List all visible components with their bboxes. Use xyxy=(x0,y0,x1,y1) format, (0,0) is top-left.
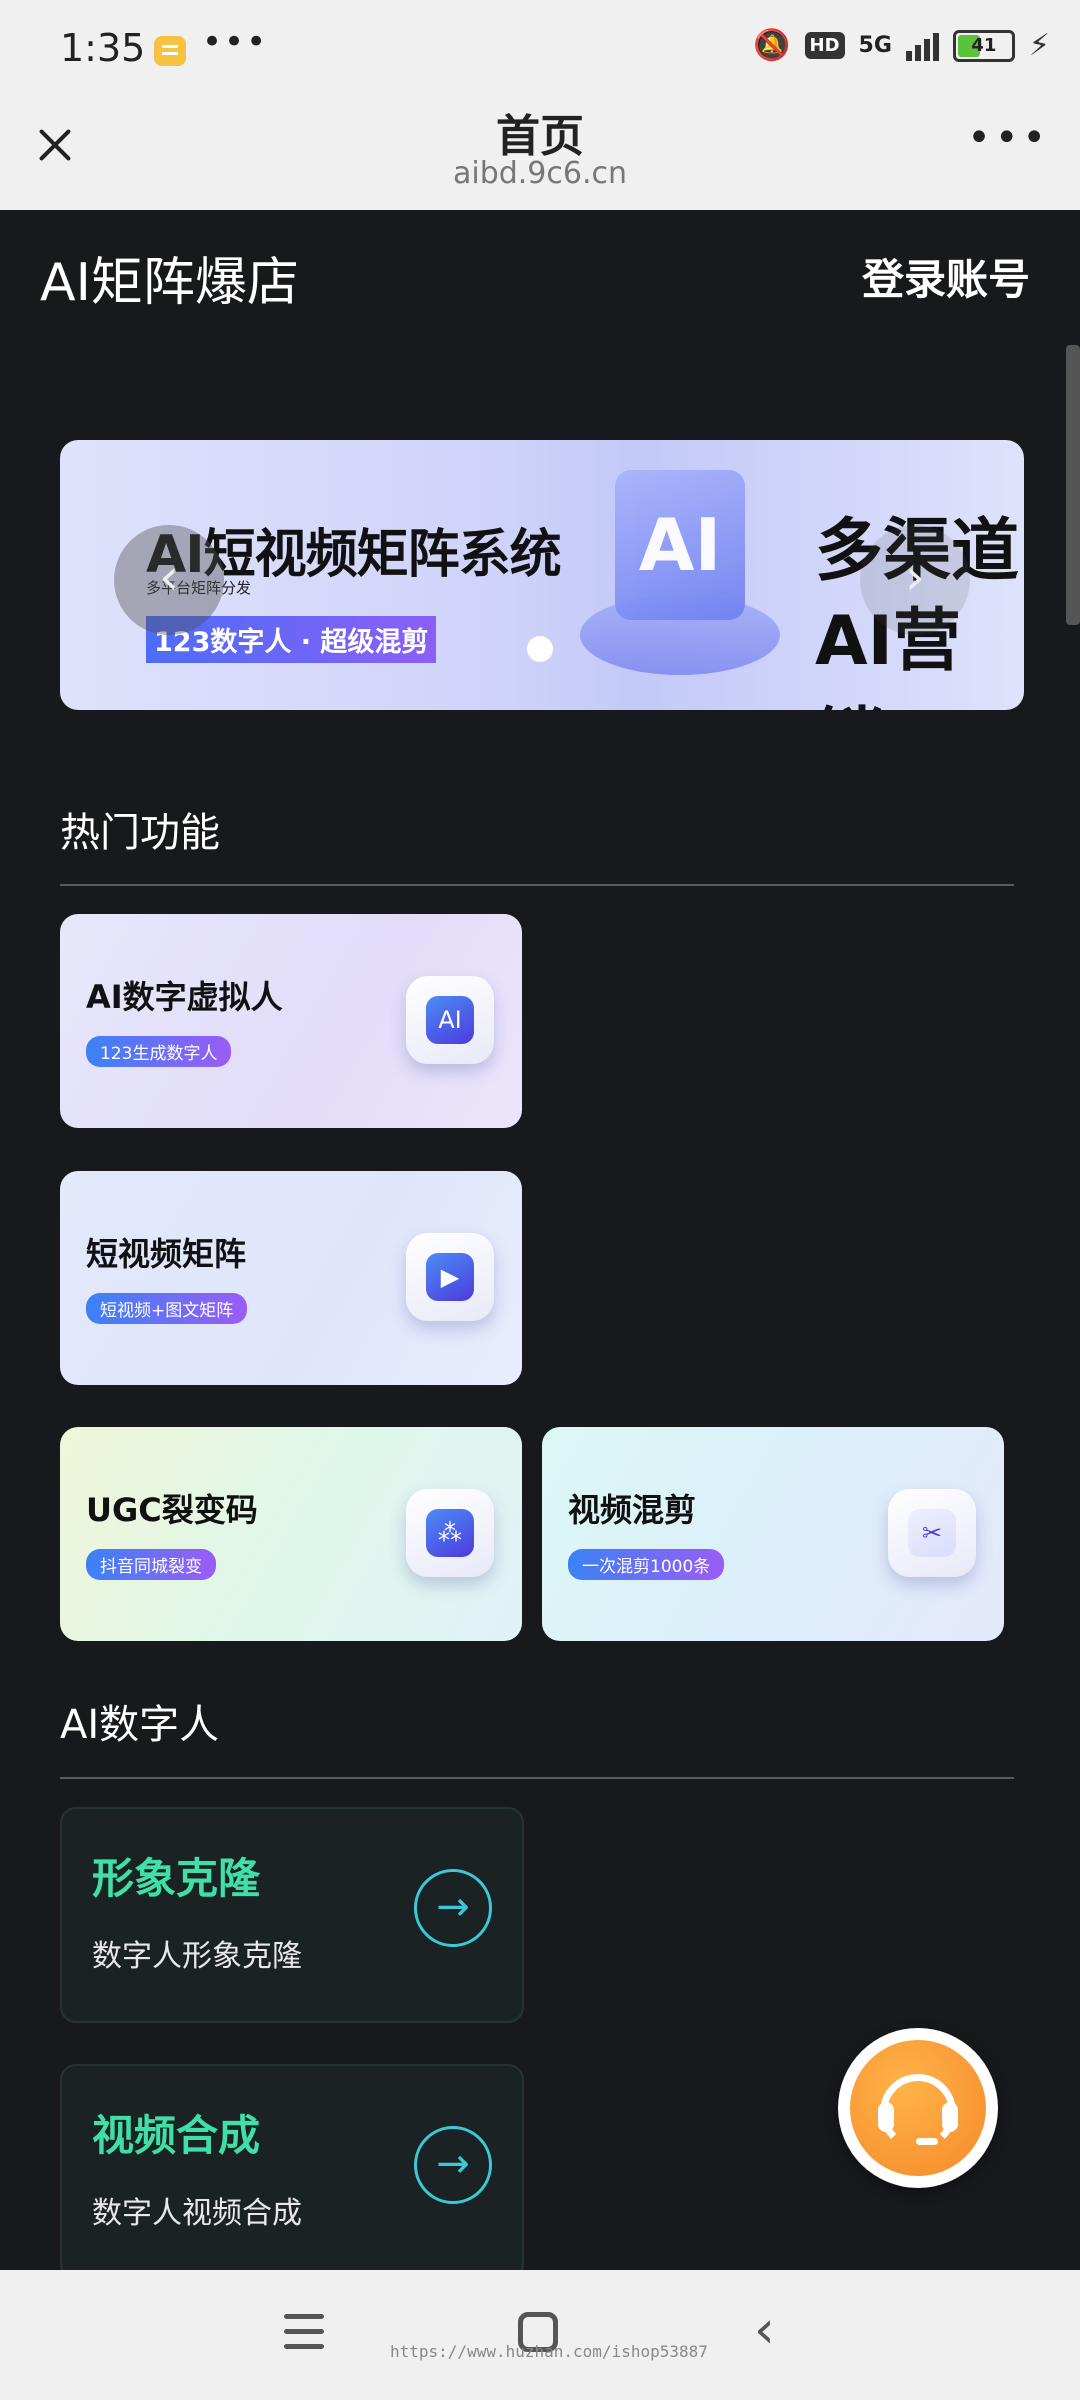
scrollbar[interactable] xyxy=(1066,345,1080,625)
feature-card-tag: 123生成数字人 xyxy=(86,1036,232,1067)
status-icons: 🔕 HD 5G 41 ⚡ xyxy=(753,28,1050,63)
video-play-icon: ▶ xyxy=(406,1233,494,1321)
login-button[interactable]: 登录账号 xyxy=(862,246,1030,307)
banner-ai-graphic: AI xyxy=(615,470,745,620)
network-label: 5G xyxy=(858,33,892,58)
feature-card-title: UGC裂变码 xyxy=(86,1491,258,1529)
watermark-text: https://www.huzhan.com/ishop53887 xyxy=(390,2342,708,2361)
battery-icon: 41 xyxy=(952,29,1015,62)
status-more-icon: ••• xyxy=(202,22,269,62)
digital-human-card-clone[interactable]: 形象克隆 数字人形象克隆 → xyxy=(60,1807,524,2023)
feature-card-ai-avatar[interactable]: AI数字虚拟人 123生成数字人 AI xyxy=(60,914,522,1128)
page-url: aibd.9c6.cn xyxy=(452,156,628,191)
share-nodes-icon: ⁂ xyxy=(406,1489,494,1577)
brand-title: AI矩阵爆店 xyxy=(40,253,299,313)
status-time: 1:35 xyxy=(60,26,146,70)
feature-card-title: 视频混剪 xyxy=(568,1491,697,1529)
signal-icon xyxy=(905,31,939,61)
section-title-ai-human: AI数字人 xyxy=(60,1702,220,1748)
headset-icon xyxy=(850,2040,986,2176)
card-title: 形象克隆 xyxy=(92,1854,261,1903)
system-nav-bar: ‹ https://www.huzhan.com/ishop53887 xyxy=(0,2270,1080,2400)
feature-card-title: 短视频矩阵 xyxy=(86,1235,247,1273)
carousel-prev-button[interactable]: ‹ xyxy=(114,525,224,635)
customer-support-button[interactable] xyxy=(838,2028,998,2188)
mute-icon: 🔕 xyxy=(753,28,791,63)
message-app-icon xyxy=(154,36,186,66)
banner-carousel[interactable]: AI AI短视频矩阵系统 多平台矩阵分发 123数字人 · 超级混剪 多渠道 A… xyxy=(60,440,1024,710)
section-title-hot: 热门功能 xyxy=(60,810,220,856)
browser-nav-bar: 首页 aibd.9c6.cn ••• xyxy=(0,100,1080,210)
digital-human-card-synthesis[interactable]: 视频合成 数字人视频合成 → xyxy=(60,2064,524,2280)
page-title: 首页 xyxy=(496,111,584,162)
section-divider xyxy=(60,884,1014,886)
feature-card-title: AI数字虚拟人 xyxy=(86,978,283,1016)
scissors-icon: ✂ xyxy=(888,1489,976,1577)
charging-icon: ⚡ xyxy=(1028,28,1050,63)
battery-level: 41 xyxy=(971,34,997,56)
feature-card-tag: 短视频+图文矩阵 xyxy=(86,1293,248,1324)
hd-badge: HD xyxy=(804,32,845,59)
feature-card-video-mix[interactable]: 视频混剪 一次混剪1000条 ✂ xyxy=(542,1427,1004,1641)
recent-apps-icon[interactable] xyxy=(284,2314,324,2350)
app-header: AI矩阵爆店 登录账号 xyxy=(0,210,1080,350)
card-title: 视频合成 xyxy=(92,2111,261,2160)
arrow-right-icon[interactable]: → xyxy=(414,2126,492,2204)
more-menu-icon[interactable]: ••• xyxy=(967,115,1050,161)
card-description: 数字人形象克隆 xyxy=(92,1939,302,1974)
feature-card-ugc[interactable]: UGC裂变码 抖音同城裂变 ⁂ xyxy=(60,1427,522,1641)
carousel-next-button[interactable]: › xyxy=(860,525,970,635)
digital-avatar-icon: AI xyxy=(406,976,494,1064)
status-bar: 1:35 ••• 🔕 HD 5G 41 ⚡ xyxy=(0,0,1080,100)
card-description: 数字人视频合成 xyxy=(92,2196,302,2231)
feature-card-tag: 抖音同城裂变 xyxy=(86,1549,216,1580)
back-icon[interactable]: ‹ xyxy=(754,2300,775,2360)
carousel-indicator-dot[interactable] xyxy=(527,636,553,662)
feature-card-tag: 一次混剪1000条 xyxy=(568,1549,725,1580)
feature-card-short-video[interactable]: 短视频矩阵 短视频+图文矩阵 ▶ xyxy=(60,1171,522,1385)
arrow-right-icon[interactable]: → xyxy=(414,1869,492,1947)
section-divider xyxy=(60,1777,1014,1779)
